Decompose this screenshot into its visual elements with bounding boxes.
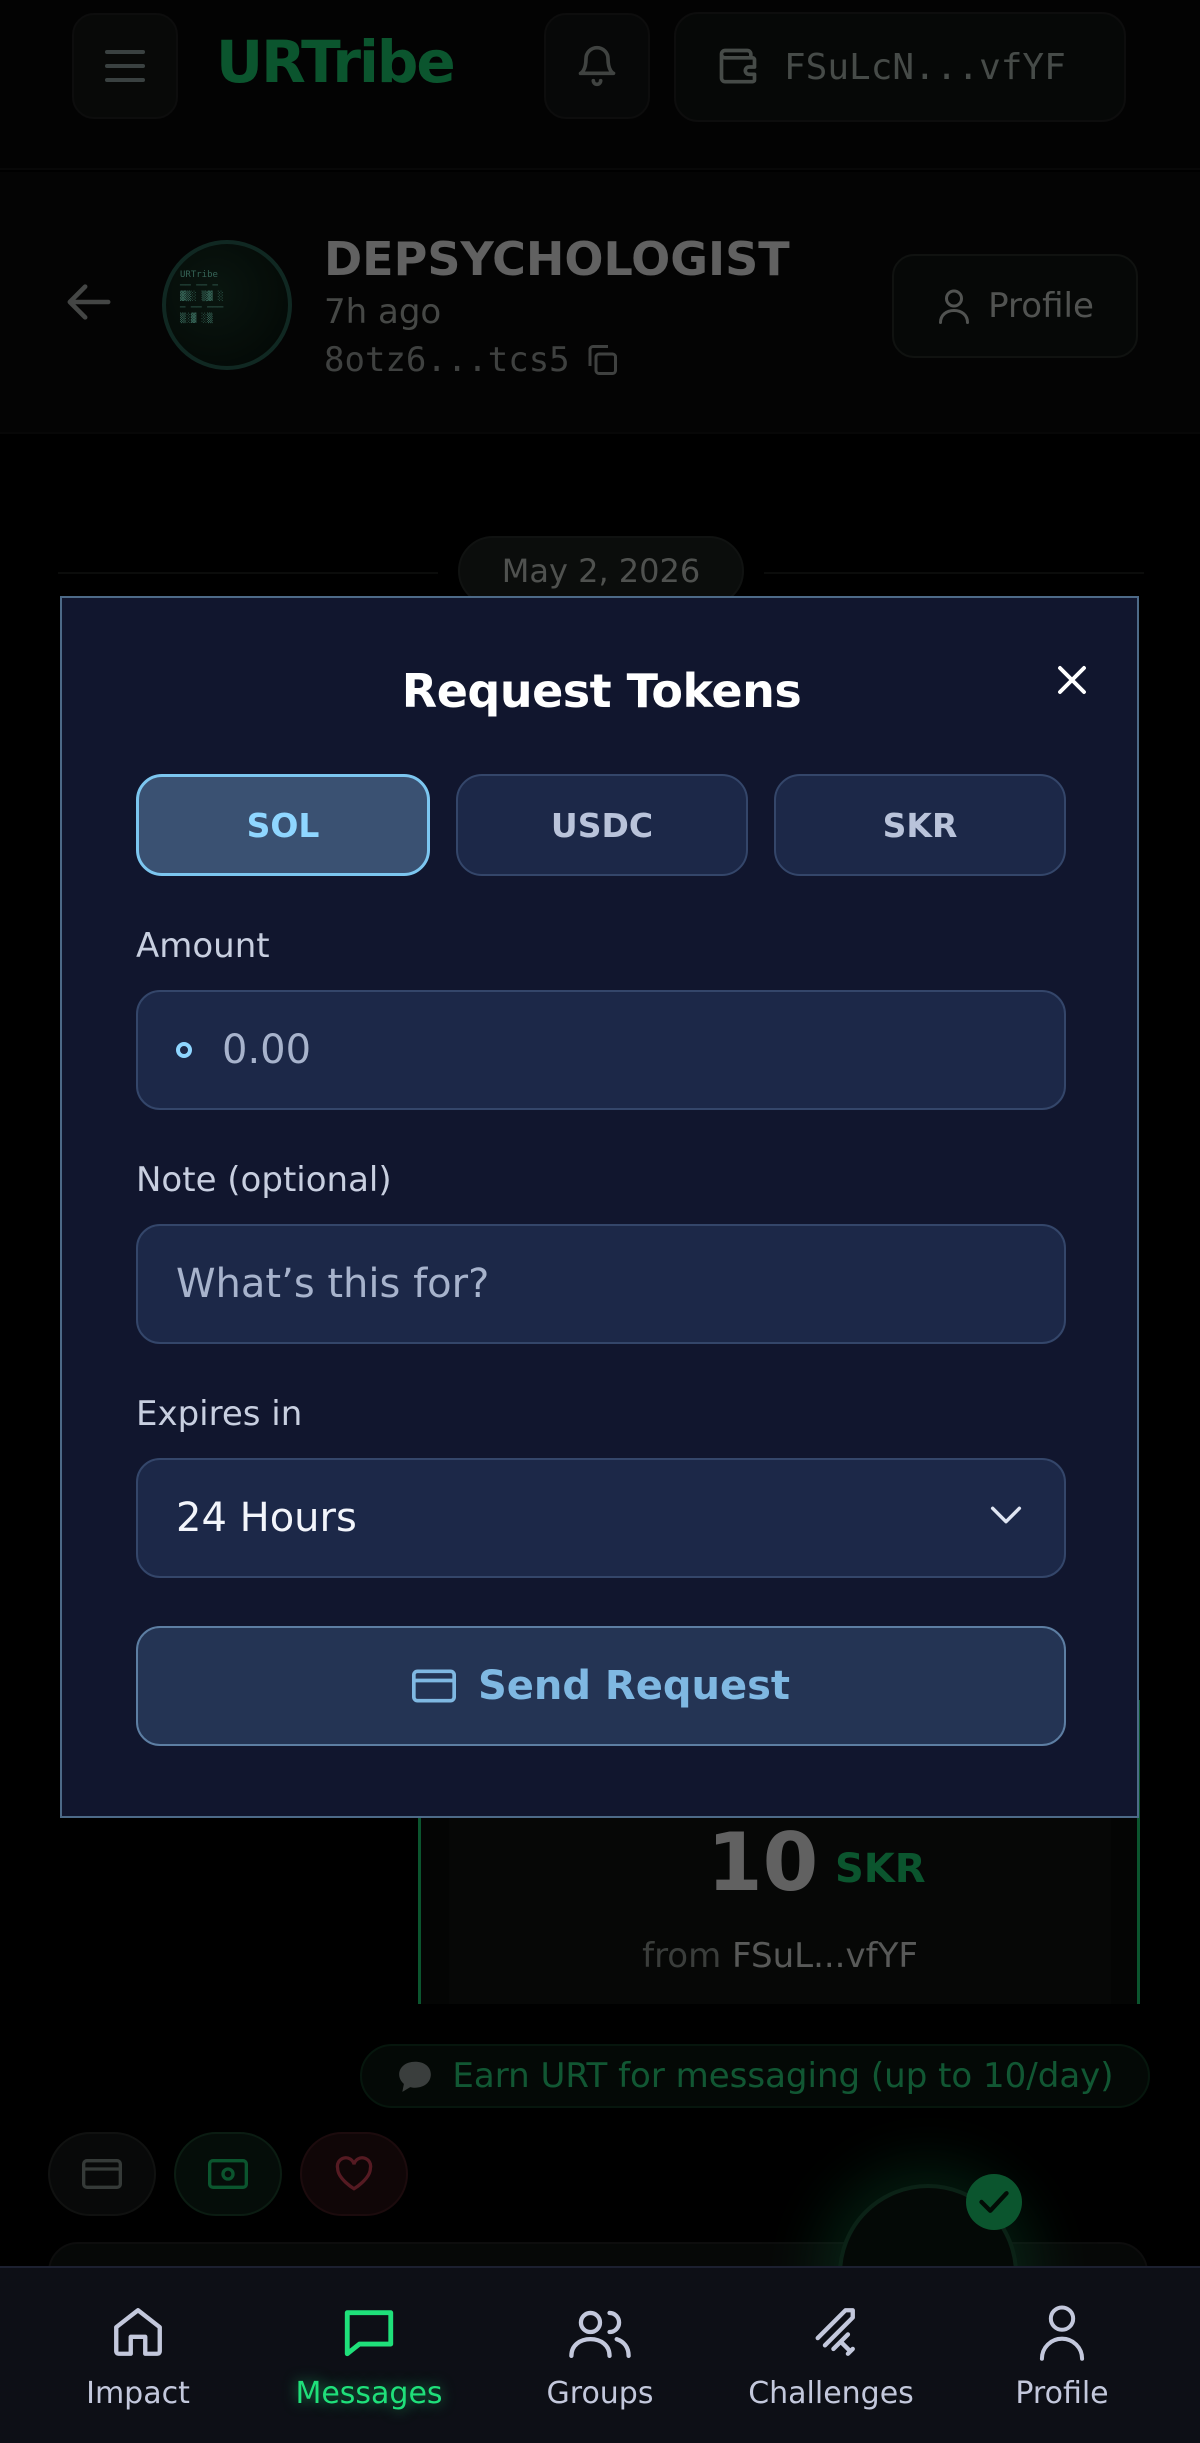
user-icon xyxy=(939,289,970,324)
chevron-down-icon xyxy=(990,1506,1022,1524)
credit-card-icon xyxy=(411,1669,456,1703)
chat-header: URTribe ── ── ─ ▓▒░ ▒▓ ░ ─ ── ─── ▒░▓ ░▒ DEP… xyxy=(0,172,1200,434)
speech-bubble-icon xyxy=(399,2061,432,2092)
divider xyxy=(58,572,438,574)
earn-banner-text: Earn URT for messaging (up to 10/day) xyxy=(452,2056,1114,2096)
users-icon xyxy=(569,2310,631,2358)
request-tokens-modal: Request Tokens SOL USDC SKR Amount 0.00 … xyxy=(60,596,1139,1818)
token-selector: SOL USDC SKR xyxy=(136,774,1066,876)
nav-label: Challenges xyxy=(748,2376,914,2411)
token-from-address: FSuL...vfYF xyxy=(732,1936,918,1976)
nav-item-challenges[interactable]: Challenges xyxy=(738,2268,924,2443)
sword-icon xyxy=(815,2308,855,2356)
token-symbol: SKR xyxy=(835,1846,926,1892)
nav-item-impact[interactable]: Impact xyxy=(0,2268,276,2443)
cash-icon xyxy=(208,2159,248,2189)
chat-contact-name: DEPSYCHOLOGIST xyxy=(324,232,790,286)
bell-icon xyxy=(578,45,616,87)
back-button[interactable] xyxy=(66,282,112,326)
hamburger-icon xyxy=(105,45,145,87)
close-icon xyxy=(1058,666,1086,694)
token-option-skr[interactable]: SKR xyxy=(774,774,1066,876)
chat-contact-address: 8otz6...tcs5 xyxy=(324,340,620,380)
token-option-sol[interactable]: SOL xyxy=(136,774,430,876)
note-input[interactable]: What’s this for? xyxy=(136,1224,1066,1344)
send-request-button[interactable]: Send Request xyxy=(136,1626,1066,1746)
wallet-icon xyxy=(719,48,757,84)
wallet-address: FSuLcN...vfYF xyxy=(784,46,1066,88)
check-icon xyxy=(966,2174,1022,2230)
copy-icon[interactable] xyxy=(584,342,620,378)
token-sender: from FSuL...vfYF xyxy=(449,1936,1111,1976)
divider xyxy=(764,572,1144,574)
expires-value: 24 Hours xyxy=(176,1495,357,1541)
token-from-prefix: from xyxy=(642,1936,722,1976)
send-request-label: Send Request xyxy=(477,1663,791,1709)
nav-label: Impact xyxy=(86,2376,190,2411)
brand-logo: URTribe xyxy=(216,28,456,96)
credit-card-icon xyxy=(82,2159,122,2189)
nav-label: Groups xyxy=(546,2376,654,2411)
chat-icon xyxy=(344,2310,394,2357)
token-option-usdc[interactable]: USDC xyxy=(456,774,748,876)
modal-title: Request Tokens xyxy=(401,664,802,718)
notifications-button[interactable] xyxy=(544,13,650,119)
chat-last-seen: 7h ago xyxy=(324,292,442,332)
send-money-button[interactable] xyxy=(174,2132,282,2216)
expires-label: Expires in xyxy=(136,1394,303,1434)
nav-item-profile[interactable]: Profile xyxy=(924,2268,1200,2443)
token-amount: 10 xyxy=(707,1816,819,1909)
note-label: Note (optional) xyxy=(136,1160,392,1200)
view-profile-button[interactable]: Profile xyxy=(892,254,1138,358)
bottom-nav: Impact Messages Groups Challenges Profil… xyxy=(0,2266,1200,2443)
amount-placeholder: 0.00 xyxy=(222,1027,312,1073)
heart-icon xyxy=(335,2156,373,2191)
home-icon xyxy=(114,2308,162,2356)
profile-button-label: Profile xyxy=(988,286,1094,326)
token-dot-icon xyxy=(176,1042,192,1058)
expires-select[interactable]: 24 Hours xyxy=(136,1458,1066,1578)
top-bar: URTribe FSuLcN...vfYF xyxy=(0,0,1200,170)
request-card-button[interactable] xyxy=(48,2132,156,2216)
menu-button[interactable] xyxy=(72,13,178,119)
avatar[interactable]: URTribe ── ── ─ ▓▒░ ▒▓ ░ ─ ── ─── ▒░▓ ░▒ xyxy=(162,240,292,370)
wallet-button[interactable]: FSuLcN...vfYF xyxy=(674,12,1126,122)
amount-input[interactable]: 0.00 xyxy=(136,990,1066,1110)
arrow-left-icon xyxy=(67,284,111,320)
earn-banner: Earn URT for messaging (up to 10/day) xyxy=(360,2044,1150,2108)
tip-button[interactable] xyxy=(300,2132,408,2216)
note-placeholder: What’s this for? xyxy=(176,1261,490,1307)
nav-item-messages[interactable]: Messages xyxy=(276,2268,462,2443)
contact-address-text: 8otz6...tcs5 xyxy=(324,340,570,380)
nav-label: Profile xyxy=(1015,2376,1109,2411)
nav-label: Messages xyxy=(295,2376,443,2411)
close-button[interactable] xyxy=(1042,650,1102,710)
amount-label: Amount xyxy=(136,926,270,966)
nav-item-groups[interactable]: Groups xyxy=(462,2268,738,2443)
user-icon xyxy=(1039,2305,1085,2361)
